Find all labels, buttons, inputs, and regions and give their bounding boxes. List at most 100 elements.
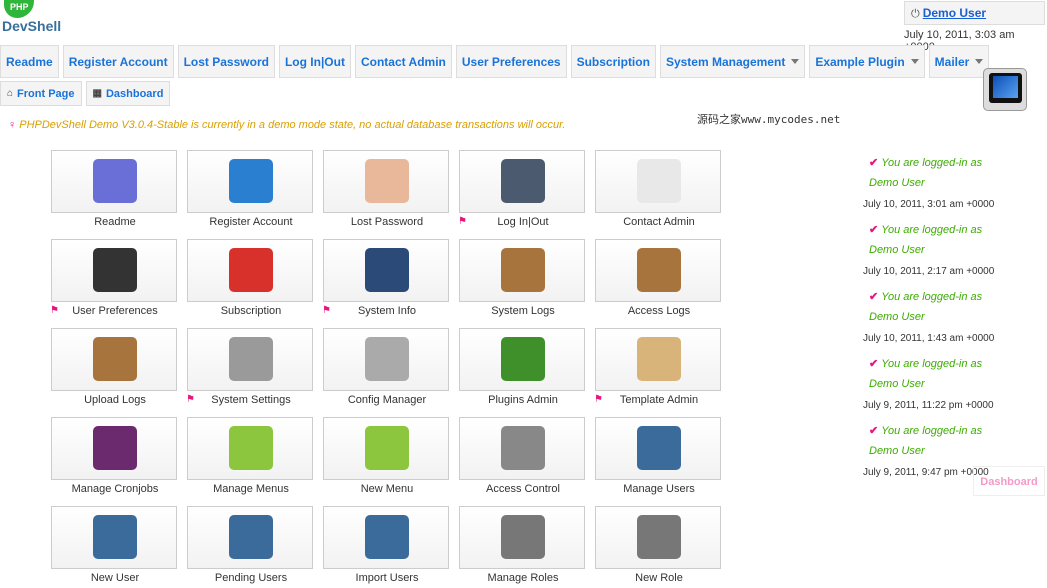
nav-label: Example Plugin xyxy=(815,54,905,69)
tile-label[interactable]: Template Admin xyxy=(596,394,722,406)
tile-manage-users[interactable]: Manage Users xyxy=(595,417,721,495)
tile-label[interactable]: Manage Menus xyxy=(188,483,314,495)
activity-date: July 9, 2011, 11:22 pm +0000 xyxy=(863,400,994,411)
grid-icon: ▦ xyxy=(92,88,102,99)
tile-label[interactable]: Access Control xyxy=(460,483,586,495)
tile-label[interactable]: Config Manager xyxy=(324,394,450,406)
pending-users-icon xyxy=(229,515,273,559)
tile-pending-users[interactable]: Pending Users xyxy=(187,506,313,584)
tile-manage-menus[interactable]: Manage Menus xyxy=(187,417,313,495)
tile-upload-logs[interactable]: Upload Logs xyxy=(51,328,177,406)
home-icon: ⌂ xyxy=(7,88,14,99)
nav-register-account[interactable]: Register Account xyxy=(62,45,174,78)
tile-label[interactable]: Contact Admin xyxy=(596,216,722,228)
manage-users-icon xyxy=(637,426,681,470)
tile-register-account[interactable]: Register Account xyxy=(187,150,313,228)
tile-label[interactable]: Upload Logs xyxy=(52,394,178,406)
logo[interactable]: PHP DevShell xyxy=(2,0,62,36)
tile-template-admin[interactable]: ⚑ Template Admin xyxy=(594,328,721,406)
tile-plugins-admin[interactable]: Plugins Admin xyxy=(459,328,585,406)
dashboard-tab[interactable]: Dashboard xyxy=(973,466,1045,496)
nav-label: User Preferences xyxy=(461,54,561,69)
tile-system-logs[interactable]: System Logs xyxy=(459,239,585,317)
watermark: 源码之家www.mycodes.net xyxy=(697,113,841,126)
tile-manage-roles[interactable]: Manage Roles xyxy=(459,506,585,584)
tile-new-user[interactable]: New User xyxy=(51,506,177,584)
notice-text: PHPDevShell Demo V3.0.4-Stable is curren… xyxy=(19,119,566,131)
activity-text: You are logged-in as xyxy=(881,157,983,169)
tile-new-menu[interactable]: New Menu xyxy=(323,417,449,495)
tile-system-info[interactable]: ⚑ System Info xyxy=(322,239,449,317)
subnav-front-page[interactable]: ⌂ Front Page xyxy=(0,81,82,106)
activity-text: You are logged-in as xyxy=(881,224,983,236)
subnav-dashboard[interactable]: ▦ Dashboard xyxy=(85,81,171,106)
tile-label[interactable]: Lost Password xyxy=(324,216,450,228)
tile-label[interactable]: New Role xyxy=(596,572,722,584)
readme-icon xyxy=(93,159,137,203)
tile-user-preferences[interactable]: ⚑ User Preferences xyxy=(50,239,177,317)
tile-access-control[interactable]: Access Control xyxy=(459,417,585,495)
tile-label[interactable]: Manage Cronjobs xyxy=(52,483,178,495)
nav-subscription[interactable]: Subscription xyxy=(570,45,656,78)
nav-readme[interactable]: Readme xyxy=(0,45,59,78)
tile-label[interactable]: Subscription xyxy=(188,305,314,317)
tile-label[interactable]: New Menu xyxy=(324,483,450,495)
tile-label[interactable]: Manage Roles xyxy=(460,572,586,584)
new-user-icon xyxy=(93,515,137,559)
activity-entry: ✔ You are logged-in as Demo User July 10, 2… xyxy=(863,153,1013,210)
tile-manage-cronjobs[interactable]: Manage Cronjobs xyxy=(51,417,177,495)
nav-lost-password[interactable]: Lost Password xyxy=(177,45,275,78)
tile-access-logs[interactable]: Access Logs xyxy=(595,239,721,317)
tile-readme[interactable]: Readme xyxy=(51,150,177,228)
nav-contact-admin[interactable]: Contact Admin xyxy=(354,45,452,78)
tile-label[interactable]: Readme xyxy=(52,216,178,228)
tile-new-role[interactable]: New Role xyxy=(595,506,721,584)
tile-config-manager[interactable]: Config Manager xyxy=(323,328,449,406)
bulb-icon: ♀ xyxy=(8,119,17,131)
tile-log-in-out[interactable]: ⚑ Log In|Out xyxy=(458,150,585,228)
caret-down-icon xyxy=(791,59,800,64)
tile-label[interactable]: Pending Users xyxy=(188,572,314,584)
check-icon: ✔ xyxy=(869,224,879,236)
new-role-icon xyxy=(637,515,681,559)
tile-label[interactable]: Register Account xyxy=(188,216,314,228)
tile-label[interactable]: System Settings xyxy=(188,394,314,406)
activity-date: July 10, 2011, 3:01 am +0000 xyxy=(863,199,995,210)
nav-system-management[interactable]: System Management xyxy=(659,45,806,78)
tile-label[interactable]: Import Users xyxy=(324,572,450,584)
tile-label[interactable]: Manage Users xyxy=(596,483,722,495)
power-icon[interactable]: ⏻ xyxy=(911,8,920,20)
tile-label[interactable]: Access Logs xyxy=(596,305,722,317)
tile-label[interactable]: New User xyxy=(52,572,178,584)
template-admin-icon xyxy=(637,337,681,381)
activity-text: You are logged-in as xyxy=(881,425,983,437)
system-settings-icon xyxy=(229,337,273,381)
tile-label[interactable]: Log In|Out xyxy=(460,216,586,228)
activity-text: You are logged-in as xyxy=(881,358,983,370)
logo-text: DevShell xyxy=(2,18,62,34)
tile-contact-admin[interactable]: Contact Admin xyxy=(595,150,721,228)
monitor-icon xyxy=(983,68,1027,111)
nav-user-preferences[interactable]: User Preferences xyxy=(455,45,567,78)
tile-import-users[interactable]: Import Users xyxy=(323,506,449,584)
tile-system-settings[interactable]: ⚑ System Settings xyxy=(186,328,313,406)
user-link[interactable]: Demo User xyxy=(923,6,986,20)
nav-example-plugin[interactable]: Example Plugin xyxy=(809,45,925,78)
nav-label: System Management xyxy=(665,54,786,69)
plugins-admin-icon xyxy=(501,337,545,381)
nav-mailer[interactable]: Mailer xyxy=(928,45,990,78)
nav-log-in-out[interactable]: Log In|Out xyxy=(278,45,351,78)
contact-admin-icon xyxy=(637,159,681,203)
tile-label[interactable]: User Preferences xyxy=(52,305,178,317)
tile-subscription[interactable]: Subscription xyxy=(187,239,313,317)
tile-label[interactable]: System Logs xyxy=(460,305,586,317)
activity-date: July 10, 2011, 1:43 am +0000 xyxy=(863,333,995,344)
tile-lost-password[interactable]: Lost Password xyxy=(323,150,449,228)
activity-text: You are logged-in as xyxy=(881,291,983,303)
activity-log: ✔ You are logged-in as Demo User July 10, 2… xyxy=(863,153,1013,488)
tile-label[interactable]: Plugins Admin xyxy=(460,394,586,406)
system-logs-icon xyxy=(501,248,545,292)
check-icon: ✔ xyxy=(869,157,879,169)
subscription-icon xyxy=(229,248,273,292)
tile-label[interactable]: System Info xyxy=(324,305,450,317)
